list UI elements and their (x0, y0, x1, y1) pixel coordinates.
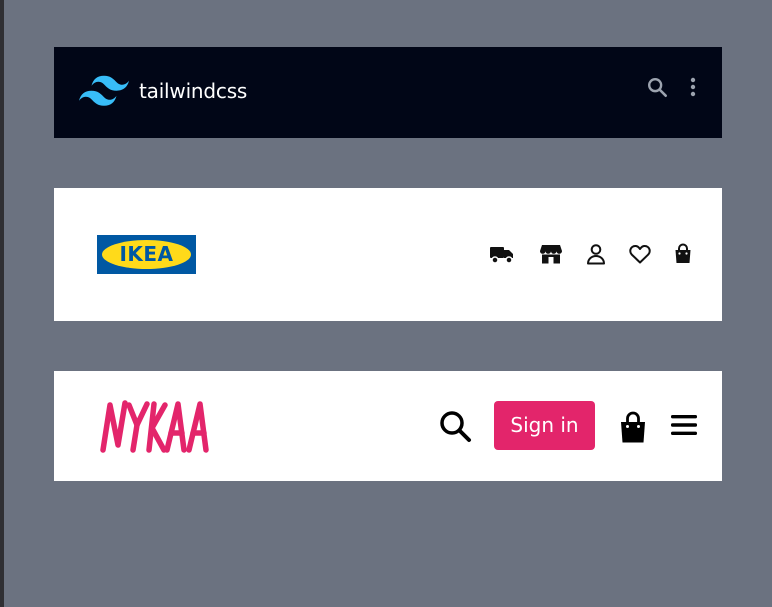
shopping-bag-icon[interactable] (618, 410, 648, 444)
user-icon[interactable] (584, 242, 608, 266)
nykaa-navbar: Sign in (54, 371, 722, 481)
truck-icon[interactable] (489, 242, 515, 266)
hamburger-menu-icon[interactable] (670, 413, 698, 437)
store-icon[interactable] (539, 242, 563, 266)
shopping-bag-icon[interactable] (671, 242, 695, 266)
vertical-dots-icon[interactable] (686, 76, 700, 98)
tailwind-wordmark: tailwindcss (139, 79, 248, 103)
search-icon[interactable] (646, 76, 668, 98)
ikea-navbar: IKEA (54, 188, 722, 321)
search-icon[interactable] (438, 409, 472, 443)
ikea-logo[interactable]: IKEA (97, 235, 196, 274)
tailwind-wave-icon (79, 75, 129, 106)
tailwind-navbar: tailwindcss (54, 47, 722, 138)
nykaa-logo[interactable] (99, 399, 217, 454)
ikea-logo-text: IKEA (119, 242, 174, 266)
heart-icon[interactable] (628, 242, 652, 266)
tailwind-logo[interactable]: tailwindcss (79, 75, 247, 107)
sign-in-button[interactable]: Sign in (494, 401, 595, 450)
window-edge (0, 0, 4, 607)
